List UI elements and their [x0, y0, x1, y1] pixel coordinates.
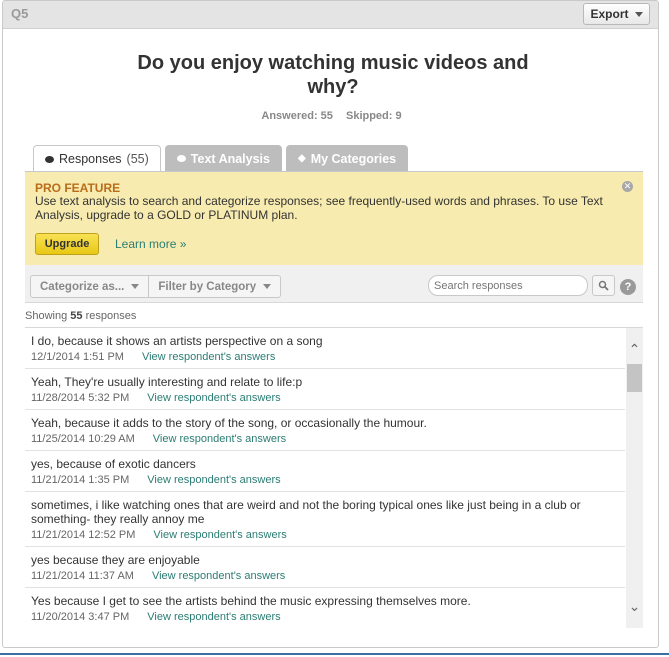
question-panel: Q5 Export Do you enjoy watching music vi… — [2, 0, 659, 648]
answered-count: Answered: 55 — [261, 110, 333, 122]
response-date: 11/28/2014 5:32 PM — [31, 392, 130, 404]
question-title-line1: Do you enjoy watching music videos and — [137, 52, 529, 74]
categorize-as-button[interactable]: Categorize as... — [31, 276, 148, 297]
chevron-up-icon[interactable]: ⌃ — [626, 341, 643, 358]
view-answers-link[interactable]: View respondent's answers — [152, 570, 285, 582]
list-item: Yeah, because it adds to the story of th… — [25, 410, 625, 451]
upgrade-button[interactable]: Upgrade — [35, 233, 99, 255]
chevron-down-icon — [634, 11, 643, 17]
response-date: 12/1/2014 1:51 PM — [31, 351, 124, 363]
response-date: 11/25/2014 10:29 AM — [31, 433, 135, 445]
response-text: Yeah, because it adds to the story of th… — [31, 416, 427, 430]
search-button[interactable] — [592, 275, 615, 296]
response-text: yes because they are enjoyable — [31, 553, 200, 567]
response-date: 11/21/2014 12:52 PM — [31, 529, 136, 541]
search-icon — [598, 280, 609, 291]
categorize-as-label: Categorize as... — [40, 280, 125, 293]
response-text: Yes because I get to see the artists beh… — [31, 594, 471, 608]
tab-my-categories[interactable]: ◆ My Categories — [285, 145, 409, 171]
list-item: Yeah, They're usually interesting and re… — [25, 369, 625, 410]
speech-bubble-icon — [45, 155, 54, 163]
list-item: I do, because it shows an artists perspe… — [25, 328, 625, 369]
view-answers-link[interactable]: View respondent's answers — [147, 611, 280, 623]
pro-feature-title: PRO FEATURE — [35, 181, 121, 195]
cloud-icon — [176, 155, 186, 162]
pro-feature-banner: PRO FEATURE ✕ Use text analysis to searc… — [25, 171, 643, 265]
tab-text-analysis[interactable]: Text Analysis — [164, 145, 282, 171]
responses-toolbar: Categorize as... Filter by Category ? — [25, 265, 643, 303]
list-item: yes, because of exotic dancers 11/21/201… — [25, 451, 625, 492]
response-date: 11/21/2014 11:37 AM — [31, 570, 134, 582]
question-title: Do you enjoy watching music videos and w… — [133, 51, 533, 99]
question-number: Q5 — [11, 6, 29, 21]
tab-my-categories-label: My Categories — [310, 151, 397, 166]
list-item: yes because they are enjoyable 11/21/201… — [25, 547, 625, 588]
tab-responses[interactable]: Responses (55) — [33, 145, 161, 172]
tab-bar: Responses (55) Text Analysis ◆ My Catego… — [33, 145, 409, 172]
showing-prefix: Showing — [25, 310, 68, 322]
scrollbar-thumb[interactable] — [627, 364, 642, 392]
response-stats: Answered: 55 Skipped: 9 — [3, 110, 658, 122]
scrollbar[interactable]: ⌃ ⌄ — [626, 328, 643, 628]
showing-count: Showing 55 responses — [25, 310, 136, 322]
chevron-down-icon — [263, 284, 272, 289]
chevron-down-icon[interactable]: ⌄ — [626, 598, 643, 615]
response-text: I do, because it shows an artists perspe… — [31, 334, 323, 348]
response-text: Yeah, They're usually interesting and re… — [31, 375, 303, 389]
tab-text-analysis-label: Text Analysis — [190, 151, 270, 166]
export-label: Export — [590, 7, 629, 21]
help-icon[interactable]: ? — [620, 279, 636, 295]
response-date: 11/20/2014 3:47 PM — [31, 611, 130, 623]
pro-feature-text: Use text analysis to search and categori… — [35, 194, 603, 222]
skipped-count: Skipped: 9 — [345, 110, 402, 122]
tab-responses-count: (55) — [126, 152, 149, 166]
view-answers-link[interactable]: View respondent's answers — [142, 351, 275, 363]
question-header: Q5 Export — [3, 1, 658, 29]
filter-by-category-button[interactable]: Filter by Category — [148, 276, 280, 297]
tag-icon: ◆ — [297, 153, 306, 164]
chevron-down-icon — [131, 284, 140, 289]
showing-number: 55 — [70, 310, 83, 322]
responses-rows: I do, because it shows an artists perspe… — [25, 328, 625, 628]
bottom-divider — [0, 653, 669, 655]
view-answers-link[interactable]: View respondent's answers — [153, 529, 286, 541]
responses-list: I do, because it shows an artists perspe… — [25, 327, 643, 628]
category-button-group: Categorize as... Filter by Category — [30, 275, 282, 298]
showing-suffix: responses — [85, 310, 137, 322]
learn-more-link[interactable]: Learn more » — [115, 237, 186, 251]
view-answers-link[interactable]: View respondent's answers — [153, 433, 286, 445]
close-icon[interactable]: ✕ — [622, 181, 633, 192]
search-input[interactable] — [428, 275, 588, 296]
view-answers-link[interactable]: View respondent's answers — [147, 474, 280, 486]
filter-by-category-label: Filter by Category — [158, 280, 257, 293]
view-answers-link[interactable]: View respondent's answers — [147, 392, 280, 404]
export-button[interactable]: Export — [583, 3, 650, 25]
response-text: sometimes, i like watching ones that are… — [31, 498, 581, 526]
list-item: sometimes, i like watching ones that are… — [25, 492, 625, 547]
response-date: 11/21/2014 1:35 PM — [31, 474, 130, 486]
tab-responses-label: Responses — [59, 152, 122, 166]
question-title-line2: why? — [307, 76, 359, 98]
response-text: yes, because of exotic dancers — [31, 457, 196, 471]
list-item: Yes because I get to see the artists beh… — [25, 588, 625, 628]
